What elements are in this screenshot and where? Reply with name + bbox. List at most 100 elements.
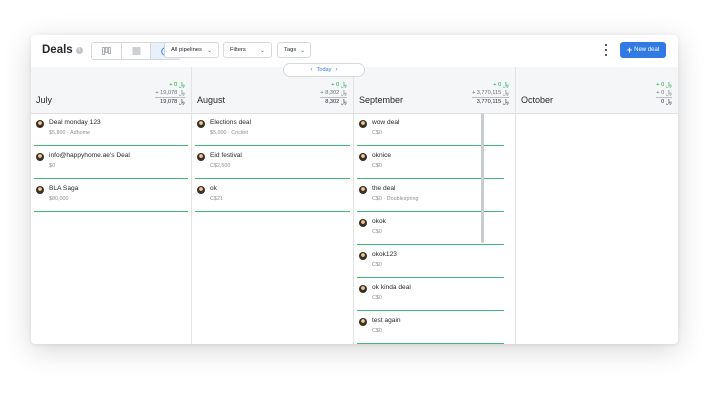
deal-name: wow deal [372,119,400,126]
avatar-icon [359,120,367,128]
board-column: August + 0 ﷼ + 8,302 ﷼ 8,302 ﷼ Elections dea… [192,67,354,344]
list-view-button[interactable] [122,43,152,59]
new-deal-button[interactable]: + New deal [620,42,666,58]
deal-card[interactable]: BLA Saga $80,000 [34,179,188,212]
column-scrollbar[interactable] [481,113,484,243]
deal-name: Eid festival [210,152,242,159]
sum-weighted: + 0 ﷼ [656,90,672,96]
deal-card[interactable]: Elections deal $5,000 · Cricket [195,113,350,146]
sum-new: + 0 ﷼ [169,82,185,88]
deal-meta: C$0 [372,328,382,334]
deal-card[interactable]: Deal monday 123 $5,800 · Adhome [34,113,188,146]
board-column: October + 0 ﷼ + 0 ﷼ 0 ﷼ [516,67,678,344]
deal-name: oknice [372,152,392,159]
avatar-icon [359,318,367,326]
column-cards [516,113,678,344]
avatar-icon [359,252,367,260]
tags-dropdown-label: Tags [284,47,297,53]
kanban-view-button[interactable] [92,43,122,59]
avatar-icon [359,219,367,227]
plus-icon: + [626,44,633,55]
column-title: October [521,95,554,105]
deal-card[interactable]: ok kinda deal C$0 [357,278,504,311]
today-navigator: ‹ Today › [283,63,365,77]
deal-card[interactable]: okok123 C$0 [357,245,504,278]
deal-meta: C$0 [372,262,382,268]
column-cards: wow deal C$0 oknice C$0 the deal C$0 · Double… [354,113,507,344]
deal-meta: C$0 [372,130,382,136]
tags-dropdown[interactable]: Tags ⌄ [277,42,311,58]
avatar-icon [36,120,44,128]
avatar-icon [359,285,367,293]
deal-meta: $80,000 [49,196,69,202]
board-column: July + 0 ﷼ + 19,078 ﷼ 19,078 ﷼ Deal monday 1… [31,67,192,344]
deal-meta: C$0 [372,229,382,235]
sum-new: + 0 ﷼ [493,82,509,88]
avatar-icon [36,153,44,161]
chevron-down-icon: ⌄ [300,47,306,54]
avatar-icon [36,186,44,194]
deal-meta: $5,800 · Adhome [49,130,91,136]
deal-name: info@happyhome.ae's Deal [49,152,130,159]
deal-meta: C$0 · Doublespring [372,196,419,202]
sum-weighted: + 8,302 ﷼ [320,90,347,96]
deal-name: okok123 [372,251,397,258]
avatar-icon [359,186,367,194]
deal-card[interactable]: test again C$0 [357,311,504,344]
sum-weighted: + 3,770,115 ﷼ [471,90,509,96]
deal-name: BLA Saga [49,185,79,192]
column-header: September + 0 ﷼ + 3,770,115 ﷼ 3,770,115 ﷼ [354,67,515,114]
sum-total: 8,302 ﷼ [320,97,347,106]
page-title: Deals i [42,44,83,56]
deal-name: the deal [372,185,396,192]
avatar-icon [197,153,205,161]
deal-card[interactable]: info@happyhome.ae's Deal $0 [34,146,188,179]
info-icon[interactable]: i [75,46,83,54]
deal-card[interactable]: Eid festival C$2,500 [195,146,350,179]
sum-new: + 0 ﷼ [656,82,672,88]
new-deal-label: New deal [634,47,660,53]
deal-meta: C$21 [210,196,223,202]
column-cards: Deal monday 123 $5,800 · Adhome info@happy… [31,113,191,344]
deal-name: ok kinda deal [372,284,411,291]
next-period-button[interactable]: › [335,67,337,73]
filters-dropdown[interactable]: Filters ⌄ [223,42,272,58]
deal-meta: $5,000 · Cricket [210,130,249,136]
forecast-board: July + 0 ﷼ + 19,078 ﷼ 19,078 ﷼ Deal monday 1… [31,67,678,344]
deal-meta: C$0 [372,163,382,169]
column-title: August [197,95,226,105]
avatar-icon [359,153,367,161]
column-header: July + 0 ﷼ + 19,078 ﷼ 19,078 ﷼ [31,67,191,114]
column-header: October + 0 ﷼ + 0 ﷼ 0 ﷼ [516,67,678,114]
column-sums: + 0 ﷼ + 19,078 ﷼ 19,078 ﷼ [155,81,185,106]
deal-card[interactable]: ok C$21 [195,179,350,212]
column-sums: + 0 ﷼ + 8,302 ﷼ 8,302 ﷼ [320,81,347,106]
column-title: September [359,95,404,105]
app-window: Deals i All pipelines ⌄ Filters ⌄ Tags ⌄… [31,35,678,344]
page-title-text: Deals [42,44,73,56]
more-options-icon[interactable] [601,44,611,56]
today-button[interactable]: Today [317,67,332,73]
deal-meta: C$0 [372,295,382,301]
deal-meta: $0 [49,163,55,169]
list-icon [132,47,140,55]
column-title: July [36,95,53,105]
pipeline-dropdown[interactable]: All pipelines ⌄ [164,42,219,58]
kanban-icon [101,47,111,55]
sum-total: 19,078 ﷼ [155,97,185,106]
deal-name: okok [372,218,386,225]
pipeline-dropdown-label: All pipelines [171,47,202,53]
deal-name: ok [210,185,217,192]
board-column: September + 0 ﷼ + 3,770,115 ﷼ 3,770,115 ﷼ wo… [354,67,516,344]
deal-name: test again [372,317,401,324]
column-sums: + 0 ﷼ + 3,770,115 ﷼ 3,770,115 ﷼ [471,81,509,106]
sum-total: 3,770,115 ﷼ [471,97,509,106]
filters-dropdown-label: Filters [230,47,246,53]
chevron-down-icon: ⌄ [206,47,212,54]
sum-new: + 0 ﷼ [331,82,347,88]
avatar-icon [197,120,205,128]
sum-weighted: + 19,078 ﷼ [155,90,185,96]
column-cards: Elections deal $5,000 · Cricket Eid festiv… [192,113,353,344]
prev-period-button[interactable]: ‹ [311,67,313,73]
deal-name: Deal monday 123 [49,119,101,126]
